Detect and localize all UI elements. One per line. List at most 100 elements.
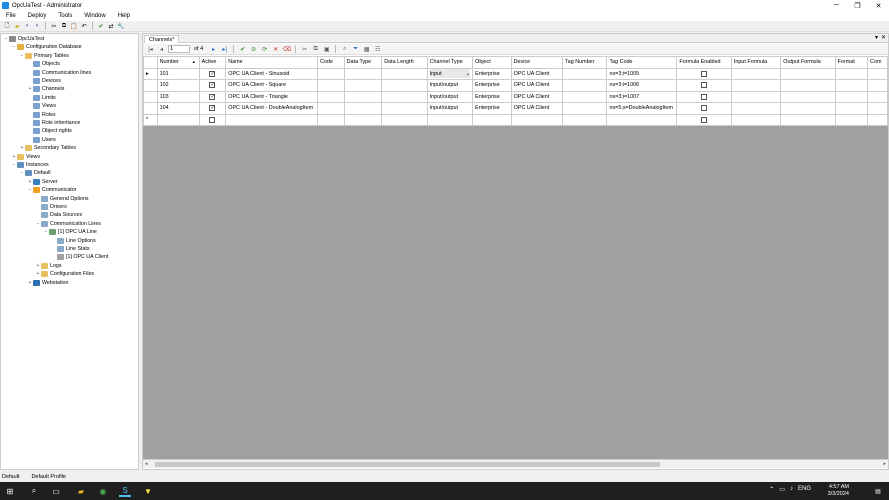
empty-cell[interactable] <box>867 67 888 80</box>
tree-node[interactable]: + Channels <box>27 85 64 93</box>
close-button[interactable]: ✕ <box>868 0 889 11</box>
horizontal-scrollbar[interactable]: ◂ ▸ <box>143 459 888 468</box>
column-header[interactable] <box>143 56 158 69</box>
cut-row-icon[interactable]: ✂ <box>300 45 309 54</box>
scroll-left-icon[interactable]: ◂ <box>145 460 148 469</box>
maximize-button[interactable]: ❐ <box>847 0 868 11</box>
name-cell[interactable]: OPC UA Client - Sinusoid <box>225 67 319 80</box>
empty-cell[interactable] <box>867 102 888 115</box>
transfer-icon[interactable]: ⇄ <box>107 22 115 30</box>
row-selector[interactable] <box>143 102 158 115</box>
empty-cell[interactable] <box>606 113 678 126</box>
empty-cell[interactable] <box>317 113 345 126</box>
empty-cell[interactable] <box>780 79 836 92</box>
column-header[interactable]: Object <box>472 56 512 69</box>
data-type-cell[interactable] <box>343 102 383 115</box>
empty-cell[interactable] <box>730 67 782 80</box>
table-properties-icon[interactable]: ▦ <box>362 45 371 54</box>
empty-cell[interactable] <box>730 102 782 115</box>
empty-cell[interactable] <box>867 79 888 92</box>
tree-node[interactable]: Object rights <box>27 127 72 135</box>
menu-deploy[interactable]: Deploy <box>22 13 53 19</box>
filter-icon[interactable]: ⏷ <box>351 45 360 54</box>
number-cell[interactable]: 102 <box>156 79 200 92</box>
copy-row-icon[interactable]: ⧉ <box>311 45 320 54</box>
tree-node[interactable]: Devices <box>27 77 61 85</box>
clock[interactable]: 4:57 AM 3/3/2024 <box>828 484 849 498</box>
cut-icon[interactable]: ✂ <box>50 22 58 30</box>
data-length-cell[interactable] <box>381 67 428 80</box>
active-checkbox-cell[interactable]: ✓ <box>198 79 227 92</box>
empty-cell[interactable] <box>867 113 888 126</box>
column-settings-icon[interactable]: ☷ <box>373 45 382 54</box>
minimize-button[interactable]: ─ <box>826 0 847 11</box>
active-checkbox[interactable]: ✓ <box>209 93 216 100</box>
object-cell[interactable]: Enterprise <box>472 102 512 115</box>
table-row[interactable]: ▸ 101 ✓ OPC UA Client - Sinusoid Input ⌄ Enter… <box>143 67 888 80</box>
device-cell[interactable]: OPC UA Client <box>510 67 564 80</box>
object-cell[interactable]: Enterprise <box>472 90 512 103</box>
tag-number-cell[interactable] <box>562 90 608 103</box>
channel-type-cell[interactable]: Input/output <box>426 102 474 115</box>
data-length-cell[interactable] <box>381 102 428 115</box>
number-cell[interactable]: 103 <box>156 90 200 103</box>
new-row-checkbox-cell[interactable] <box>676 113 732 126</box>
active-checkbox-cell[interactable]: ✓ <box>198 90 227 103</box>
tab-list-icon[interactable]: ▾ <box>875 34 878 43</box>
opc-app-icon[interactable]: ▼ <box>142 485 154 497</box>
new-row-checkbox[interactable] <box>701 116 708 123</box>
tree-node[interactable]: Data Sources <box>35 211 82 219</box>
new-file-icon[interactable]: 🗋 <box>3 22 11 30</box>
delete-icon[interactable]: ✕ <box>271 45 280 54</box>
tree-node[interactable]: − Primary Tables <box>19 52 69 60</box>
tree-node[interactable]: − Communication Lines <box>35 220 101 228</box>
empty-cell[interactable] <box>343 113 383 126</box>
empty-cell[interactable] <box>381 113 428 126</box>
column-header[interactable]: Tag Code <box>606 56 678 69</box>
tree-node[interactable]: − OpcUaTest <box>3 35 44 43</box>
menu-help[interactable]: Help <box>112 13 136 19</box>
paste-row-icon[interactable]: ▣ <box>322 45 331 54</box>
code-cell[interactable] <box>317 67 345 80</box>
column-header[interactable]: Device <box>510 56 564 69</box>
data-length-cell[interactable] <box>381 90 428 103</box>
data-type-cell[interactable] <box>343 79 383 92</box>
column-header[interactable]: Channel Type <box>426 56 474 69</box>
tree-node[interactable]: General Options <box>35 195 89 203</box>
empty-cell[interactable] <box>472 113 512 126</box>
tree-node[interactable]: − Default <box>19 169 51 177</box>
empty-cell[interactable] <box>834 90 869 103</box>
data-type-cell[interactable] <box>343 90 383 103</box>
formula-enabled-checkbox-cell[interactable] <box>676 90 732 103</box>
name-cell[interactable]: OPC UA Client - Square <box>225 79 319 92</box>
formula-enabled-checkbox[interactable] <box>701 82 708 89</box>
column-header[interactable]: Format <box>834 56 869 69</box>
tree-node[interactable]: − Configuration Database <box>11 43 82 51</box>
active-checkbox[interactable]: ✓ <box>209 105 216 112</box>
data-length-cell[interactable] <box>381 79 428 92</box>
tree-node[interactable]: + Secondary Tables <box>19 144 76 152</box>
tree-node[interactable]: Objects <box>27 60 60 68</box>
tree-node[interactable]: − Instances <box>11 161 49 169</box>
formula-enabled-checkbox-cell[interactable] <box>676 102 732 115</box>
tree-node[interactable]: Drivers <box>35 203 67 211</box>
column-header[interactable]: Active <box>198 56 227 69</box>
tray-chevron-icon[interactable]: ⌃ <box>769 486 774 493</box>
new-row-checkbox[interactable] <box>209 116 216 123</box>
empty-cell[interactable] <box>156 113 200 126</box>
column-header[interactable]: Com <box>867 56 888 69</box>
menu-window[interactable]: Window <box>78 13 111 19</box>
code-cell[interactable] <box>317 90 345 103</box>
formula-enabled-checkbox[interactable] <box>701 70 708 77</box>
empty-cell[interactable] <box>780 90 836 103</box>
notifications-icon[interactable]: ▤ <box>872 485 884 497</box>
tree-node[interactable]: + Server <box>27 178 58 186</box>
active-checkbox-cell[interactable]: ✓ <box>198 67 227 80</box>
name-cell[interactable]: OPC UA Client - Triangle <box>225 90 319 103</box>
number-cell[interactable]: 101 <box>156 67 200 80</box>
find-icon[interactable]: ⌕ <box>340 45 349 54</box>
record-position-input[interactable]: 1 <box>168 45 190 53</box>
formula-enabled-checkbox[interactable] <box>701 93 708 100</box>
close-tab-icon[interactable]: ✕ <box>881 34 886 43</box>
object-cell[interactable]: Enterprise <box>472 79 512 92</box>
